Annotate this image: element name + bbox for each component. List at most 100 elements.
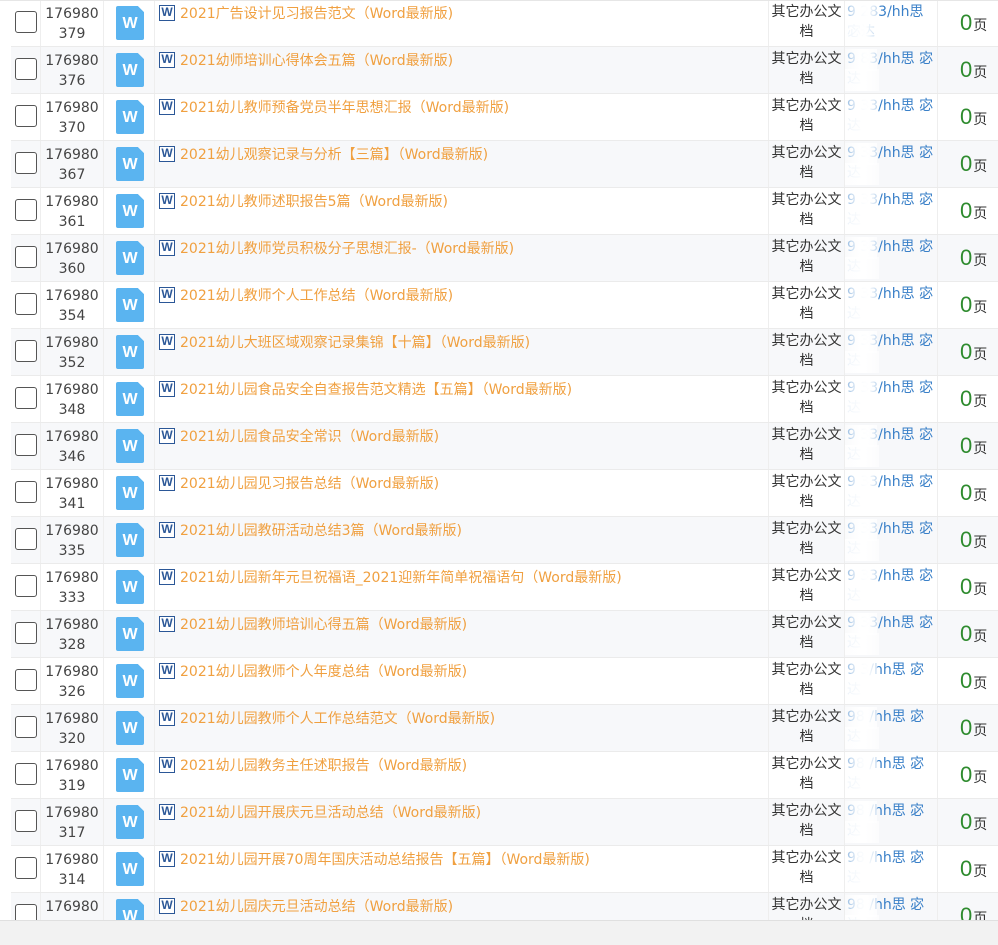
word-small-icon: W [159, 52, 175, 68]
table-row: 176980360 W W 2021幼儿教师党员积极分子思想汇报-（Word最新… [11, 235, 998, 282]
row-checkbox[interactable] [15, 810, 37, 832]
word-small-icon-letter: W [161, 99, 173, 113]
document-title-link[interactable]: 2021幼儿园食品安全自查报告范文精选【五篇】（Word最新版) [180, 380, 764, 400]
document-title-link[interactable]: 2021幼儿教师预备党员半年思想汇报（Word最新版) [180, 98, 764, 118]
document-title-link[interactable]: 2021幼儿大班区域观察记录集锦【十篇】（Word最新版) [180, 333, 764, 353]
document-id: 176980341 [45, 476, 99, 512]
row-checkbox[interactable] [15, 340, 37, 362]
category-cell: 其它办公文档 [769, 188, 845, 234]
document-title-link[interactable]: 2021广告设计见习报告范文（Word最新版) [180, 4, 764, 24]
document-title-link[interactable]: 2021幼儿园教师培训心得五篇（Word最新版) [180, 615, 764, 635]
document-id: 176980376 [45, 53, 99, 89]
category-cell: 其它办公文档 [769, 752, 845, 798]
page-count-unit: 页 [973, 629, 988, 645]
redaction-blur [845, 398, 879, 420]
select-cell [11, 94, 41, 140]
category-cell: 其它办公文档 [769, 846, 845, 892]
word-icon-letter: W [122, 673, 138, 690]
document-title-link[interactable]: 2021幼儿观察记录与分析【三篇】（Word最新版) [180, 145, 764, 165]
table-row: 176980320 W W 2021幼儿园教师个人工作总结范文（Word最新版)… [11, 705, 998, 752]
row-checkbox[interactable] [15, 857, 37, 879]
word-icon-letter: W [122, 203, 138, 220]
row-checkbox[interactable] [15, 199, 37, 221]
row-checkbox[interactable] [15, 152, 37, 174]
page-count-number: 0 [960, 856, 973, 881]
table-row: 176980346 W W 2021幼儿园食品安全常识（Word最新版) 其它办… [11, 423, 998, 470]
document-title-link[interactable]: 2021幼儿园新年元旦祝福语_2021迎新年简单祝福语句（Word最新版) [180, 568, 764, 588]
row-checkbox[interactable] [15, 293, 37, 315]
document-title-link[interactable]: 2021幼儿园开展70周年国庆活动总结报告【五篇】（Word最新版) [180, 850, 764, 870]
page-count: 0页 [960, 715, 987, 741]
word-small-icon: W [159, 146, 175, 162]
id-cell: 176980370 [41, 94, 104, 140]
horizontal-scrollbar[interactable] [0, 920, 998, 945]
word-small-icon-letter: W [161, 663, 173, 677]
pages-cell: 0页 [938, 470, 998, 516]
pages-cell: 0页 [938, 611, 998, 657]
word-small-icon: W [159, 522, 175, 538]
id-cell: 176980367 [41, 141, 104, 187]
word-icon-letter: W [122, 62, 138, 79]
document-id: 176980333 [45, 570, 99, 606]
row-checkbox[interactable] [15, 105, 37, 127]
page-count-unit: 页 [973, 347, 988, 363]
document-title-link[interactable]: 2021幼儿园教务主任述职报告（Word最新版) [180, 756, 764, 776]
row-checkbox[interactable] [15, 434, 37, 456]
document-category: 其它办公文档 [771, 145, 842, 181]
page-count-unit: 页 [973, 582, 988, 598]
uploader-cell: 9 33/hh思 宓达 [845, 188, 938, 234]
page-count: 0页 [960, 527, 987, 553]
document-title-link[interactable]: 2021幼儿园见习报告总结（Word最新版) [180, 474, 764, 494]
page-count: 0页 [960, 386, 987, 412]
row-checkbox[interactable] [15, 575, 37, 597]
row-checkbox[interactable] [15, 528, 37, 550]
document-title-link[interactable]: 2021幼师培训心得体会五篇（Word最新版) [180, 51, 764, 71]
document-table: 176980379 W W 2021广告设计见习报告范文（Word最新版) 其它… [0, 0, 998, 921]
row-checkbox[interactable] [15, 716, 37, 738]
row-checkbox[interactable] [15, 481, 37, 503]
document-id: 176980335 [45, 523, 99, 559]
document-category: 其它办公文档 [771, 803, 842, 839]
row-checkbox[interactable] [15, 246, 37, 268]
uploader-cell: 98 /hh思 宓达 [845, 893, 938, 921]
document-title-link[interactable]: 2021幼儿园庆元旦活动总结（Word最新版) [180, 897, 764, 917]
document-category: 其它办公文档 [771, 286, 842, 322]
select-cell [11, 1, 41, 46]
row-checkbox[interactable] [15, 11, 37, 33]
document-title-link[interactable]: 2021幼儿园开展庆元旦活动总结（Word最新版) [180, 803, 764, 823]
word-small-icon: W [159, 851, 175, 867]
row-checkbox[interactable] [15, 904, 37, 921]
page-count-unit: 页 [973, 441, 988, 457]
type-cell: W [104, 235, 155, 281]
redaction-blur [845, 707, 877, 729]
redaction-blur [845, 633, 879, 655]
uploader-cell: 9 33/hh思 宓达 [845, 470, 938, 516]
id-cell: 176980328 [41, 611, 104, 657]
document-title-link[interactable]: 2021幼儿教师述职报告5篇（Word最新版) [180, 192, 764, 212]
row-checkbox[interactable] [15, 669, 37, 691]
document-title-link[interactable]: 2021幼儿教师个人工作总结（Word最新版) [180, 286, 764, 306]
word-small-icon-letter: W [161, 381, 173, 395]
document-title-link[interactable]: 2021幼儿园教师个人年度总结（Word最新版) [180, 662, 764, 682]
page-count-number: 0 [960, 198, 973, 223]
page-count-unit: 页 [973, 817, 988, 833]
row-checkbox[interactable] [15, 763, 37, 785]
row-checkbox[interactable] [15, 58, 37, 80]
row-checkbox[interactable] [15, 387, 37, 409]
pages-cell: 0页 [938, 329, 998, 375]
type-cell: W [104, 47, 155, 93]
row-checkbox[interactable] [15, 622, 37, 644]
type-cell: W [104, 94, 155, 140]
document-title-link[interactable]: 2021幼儿园教师个人工作总结范文（Word最新版) [180, 709, 764, 729]
table-row: 176980352 W W 2021幼儿大班区域观察记录集锦【十篇】（Word最… [11, 329, 998, 376]
word-small-icon: W [159, 99, 175, 115]
document-title-link[interactable]: 2021幼儿教师党员积极分子思想汇报-（Word最新版) [180, 239, 764, 259]
category-cell: 其它办公文档 [769, 94, 845, 140]
document-title-link[interactable]: 2021幼儿园食品安全常识（Word最新版) [180, 427, 764, 447]
title-cell: W 2021幼儿教师党员积极分子思想汇报-（Word最新版) [155, 235, 769, 281]
document-title-link[interactable]: 2021幼儿园教研活动总结3篇（Word最新版) [180, 521, 764, 541]
table-row: 176980335 W W 2021幼儿园教研活动总结3篇（Word最新版) 其… [11, 517, 998, 564]
page-count-unit: 页 [973, 112, 988, 128]
word-document-icon: W [116, 523, 144, 557]
word-icon-letter: W [122, 485, 138, 502]
